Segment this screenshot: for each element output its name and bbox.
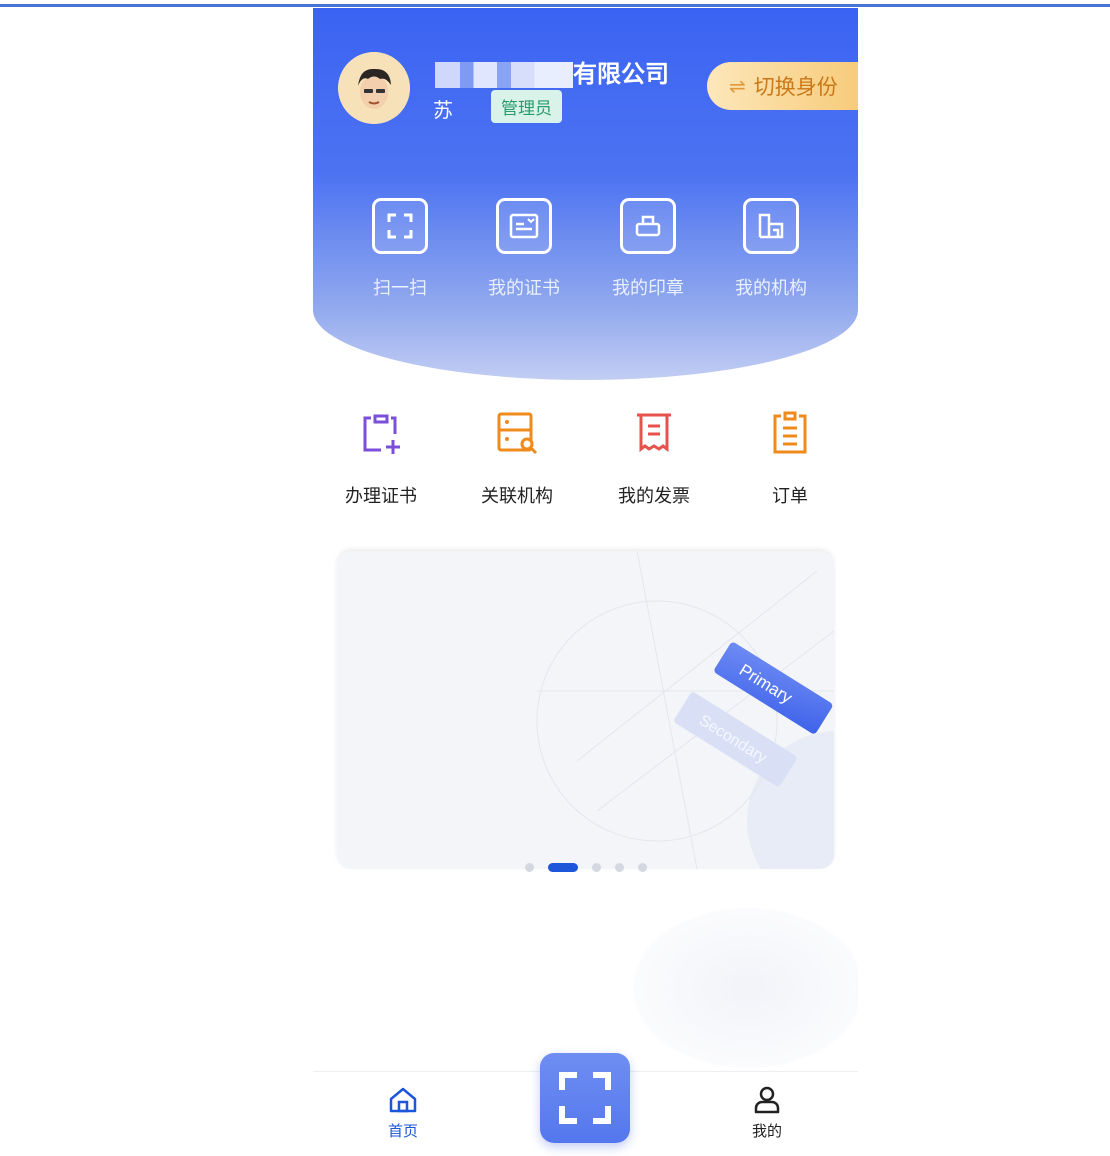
swap-arrows-icon: ⇌ xyxy=(729,74,746,98)
user-icon xyxy=(754,1086,780,1114)
service-order[interactable]: 订单 xyxy=(735,408,845,508)
quick-action-certificate[interactable]: 我的证书 xyxy=(479,198,569,300)
decorative-shape xyxy=(633,908,858,1068)
avatar-face-icon xyxy=(338,52,410,124)
invoice-icon xyxy=(630,408,678,456)
top-divider xyxy=(0,4,1110,7)
service-link-organization[interactable]: 关联机构 xyxy=(462,408,572,508)
order-icon xyxy=(766,408,814,456)
apply-certificate-icon xyxy=(357,408,405,456)
tab-home-label: 首页 xyxy=(387,1122,418,1140)
quick-action-label: 我的证书 xyxy=(488,278,560,299)
service-apply-certificate[interactable]: 办理证书 xyxy=(326,408,436,508)
quick-action-seal[interactable]: 我的印章 xyxy=(603,198,693,300)
avatar[interactable] xyxy=(338,52,410,124)
carousel-indicator xyxy=(313,861,858,873)
quick-action-scan[interactable]: 扫一扫 xyxy=(355,198,445,300)
quick-action-label: 我的印章 xyxy=(612,278,684,299)
scan-icon xyxy=(559,1072,611,1124)
scan-icon xyxy=(372,198,428,254)
seal-icon xyxy=(620,198,676,254)
carousel-dot[interactable] xyxy=(591,862,601,872)
tab-me[interactable]: 我的 xyxy=(727,1086,807,1141)
redacted-text xyxy=(435,62,573,88)
quick-action-label: 我的机构 xyxy=(735,278,807,299)
carousel-dot[interactable] xyxy=(637,862,647,872)
service-label: 我的发票 xyxy=(618,486,690,507)
tab-home[interactable]: 首页 xyxy=(363,1086,443,1141)
role-badge: 管理员 xyxy=(491,90,562,123)
person-name: 苏 xyxy=(433,98,453,122)
carousel-dot[interactable] xyxy=(524,862,534,872)
tab-me-label: 我的 xyxy=(751,1122,782,1140)
link-organization-icon xyxy=(493,408,541,456)
switch-identity-label: 切换身份 xyxy=(753,75,838,99)
quick-action-organization[interactable]: 我的机构 xyxy=(726,198,816,300)
service-invoice[interactable]: 我的发票 xyxy=(599,408,709,508)
scan-fab-button[interactable] xyxy=(540,1053,630,1143)
app-screen: 有限公司 苏 管理员 ⇌ 切换身份 扫一扫 我的证书 我的印章 我的机构 办理证… xyxy=(313,8,858,1156)
home-icon xyxy=(389,1087,417,1113)
service-label: 订单 xyxy=(772,486,808,507)
carousel-dot-active[interactable] xyxy=(547,862,578,872)
certificate-icon xyxy=(496,198,552,254)
carousel-dot[interactable] xyxy=(614,862,624,872)
service-label: 关联机构 xyxy=(481,486,553,507)
company-name: 有限公司 xyxy=(435,54,669,89)
promo-banner[interactable]: Primary Secondary xyxy=(337,551,834,869)
organization-icon xyxy=(743,198,799,254)
service-label: 办理证书 xyxy=(345,486,417,507)
switch-identity-button[interactable]: ⇌ 切换身份 xyxy=(707,62,858,110)
quick-action-label: 扫一扫 xyxy=(373,278,427,299)
banner-graphic: Primary Secondary xyxy=(536,551,834,869)
company-name-suffix: 有限公司 xyxy=(573,60,669,88)
